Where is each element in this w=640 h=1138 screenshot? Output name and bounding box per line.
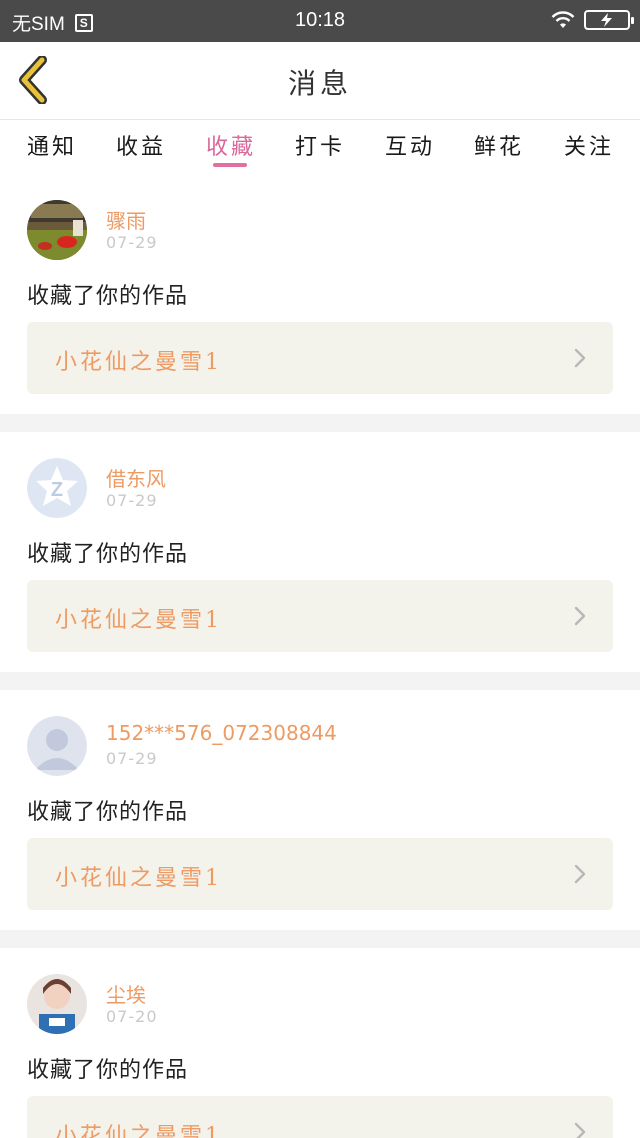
svg-text:Z: Z [51,479,63,501]
tab-flowers[interactable]: 鲜花 [464,129,534,161]
wifi-icon [551,11,575,28]
message-card: 骤雨 07-29 收藏了你的作品 小花仙之曼雪1 [0,174,640,414]
message-date: 07-29 [106,233,158,252]
status-icons [550,10,634,30]
action-text: 收藏了你的作品 [27,1058,189,1083]
clock: 10:18 [294,9,346,31]
message-date: 07-29 [106,749,158,768]
chevron-right-icon [574,348,586,368]
work-title: 小花仙之曼雪1 [55,1124,222,1138]
page-title: 消息 [287,67,352,100]
username[interactable]: 152***576_072308844 [106,721,337,745]
action-text: 收藏了你的作品 [27,542,189,567]
tab-notifications[interactable]: 通知 [17,129,87,161]
work-title: 小花仙之曼雪1 [55,866,222,891]
work-title: 小花仙之曼雪1 [55,350,222,375]
battery-icon [584,10,634,30]
action-text: 收藏了你的作品 [27,284,189,309]
action-text: 收藏了你的作品 [27,800,189,825]
avatar[interactable] [27,974,87,1034]
card-separator [0,414,640,432]
avatar[interactable] [27,200,87,260]
work-link[interactable]: 小花仙之曼雪1 [27,1096,613,1138]
work-link[interactable]: 小花仙之曼雪1 [27,322,613,394]
message-card: 尘埃 07-20 收藏了你的作品 小花仙之曼雪1 [0,948,640,1138]
card-separator [0,930,640,948]
message-date: 07-29 [106,491,158,510]
tab-interaction[interactable]: 互动 [375,129,445,161]
card-separator [0,672,640,690]
username[interactable]: 尘埃 [106,979,146,1008]
message-card: Z 借东风 07-29 收藏了你的作品 小花仙之曼雪1 [0,432,640,672]
username[interactable]: 借东风 [106,463,166,492]
work-link[interactable]: 小花仙之曼雪1 [27,580,613,652]
work-link[interactable]: 小花仙之曼雪1 [27,838,613,910]
tab-follow[interactable]: 关注 [554,129,624,161]
tab-checkin[interactable]: 打卡 [285,129,355,161]
avatar[interactable] [27,716,87,776]
avatar[interactable]: Z [27,458,87,518]
chevron-right-icon [574,606,586,626]
message-date: 07-20 [106,1007,158,1026]
tab-favorites[interactable]: 收藏 [196,129,266,161]
username[interactable]: 骤雨 [106,205,146,234]
tab-earnings[interactable]: 收益 [106,129,176,161]
nav-bar: 消息 [0,42,640,120]
message-card: 152***576_072308844 07-29 收藏了你的作品 小花仙之曼雪… [0,690,640,930]
tab-bar: 通知 收益 收藏 打卡 互动 鲜花 关注 [0,121,640,173]
chevron-right-icon [574,1122,586,1138]
work-title: 小花仙之曼雪1 [55,608,222,633]
chevron-right-icon [574,864,586,884]
active-tab-indicator [213,163,247,167]
status-bar: 无SIM S 10:18 [0,0,640,42]
